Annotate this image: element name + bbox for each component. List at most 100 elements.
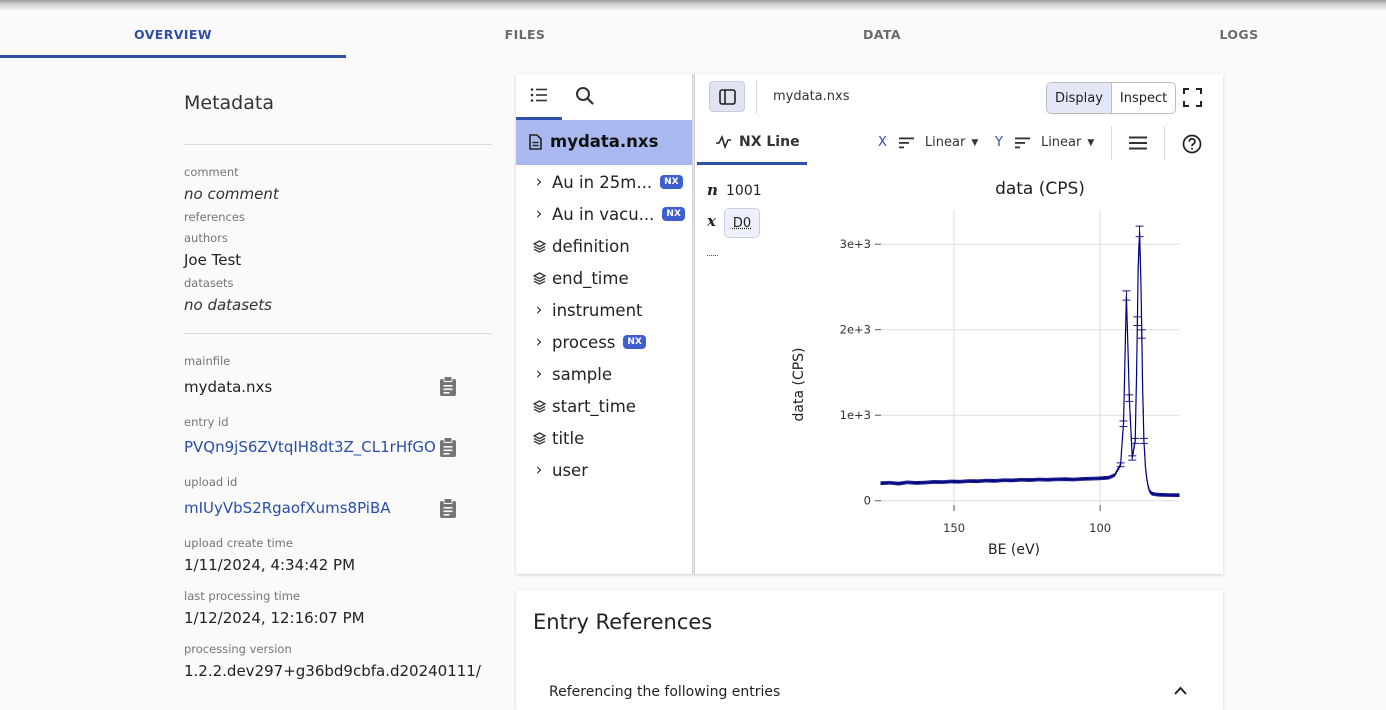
x-tick-label: 100 [1089,521,1111,535]
y-axis-title: data (CPS) [791,347,807,421]
list-view-icon[interactable] [530,87,548,103]
x-scale-selector[interactable]: X Linear ▼ [878,135,978,150]
chevron-right-icon: › [535,460,543,480]
display-inspect-toggle: Display Inspect [1046,82,1177,114]
entry-id-link[interactable]: PVQn9jS6ZVtqIH8dt3Z_CL1rHfGO [184,438,436,456]
nx-badge: NX [660,175,683,189]
tab-overview[interactable]: OVERVIEW [0,27,346,42]
tree-item[interactable]: › process NX [530,330,646,354]
visualization-panel: mydata.nxs Display Inspect NX Line X Lin… [697,74,1223,574]
referencing-entries-label: Referencing the following entries [549,684,781,700]
tree-root-item[interactable]: mydata.nxs [516,120,692,165]
x-tick-label: 150 [943,521,965,535]
search-icon[interactable] [575,86,594,105]
tree-item[interactable]: › user [530,458,588,482]
tree-item-label: Au in vacu... [552,204,655,224]
entry-references-card: Entry References Referencing the followi… [516,590,1223,710]
references-label: references [184,210,245,224]
tree-item-label: instrument [552,300,643,320]
mainfile-label: mainfile [184,354,231,368]
entry-tabs: OVERVIEW FILES DATA LOGS [0,11,1386,58]
separator [756,80,757,114]
tree-item[interactable]: › Au in 25m... NX [530,170,683,194]
line-plot[interactable]: data (CPS) 0 1e+3 2e+3 3e+3 150 100 BE (eV) data… [773,172,1221,572]
slicer-placeholder [707,255,718,256]
tree-item[interactable]: › sample [530,362,612,386]
dataset-layers-icon [530,399,548,413]
tree-item[interactable]: › instrument [530,298,643,322]
tree-item[interactable]: › Au in vacu... NX [530,202,685,226]
sidebar-icon [719,89,736,105]
tree-item[interactable]: title [530,426,584,450]
x-axis-label: X [878,135,887,150]
tree-item[interactable]: definition [530,234,630,258]
comment-label: comment [184,165,239,179]
authors-value: Joe Test [184,251,242,269]
y-tick-label: 1e+3 [840,408,871,422]
dimension-n-value: 1001 [726,183,762,199]
tree-resize-handle[interactable] [692,74,695,574]
tree-item[interactable]: start_time [530,394,636,418]
chevron-up-icon[interactable] [1174,686,1187,695]
tree-item-label: definition [552,236,630,256]
dimension-x-button[interactable]: D0 [724,208,760,238]
x-scale-value: Linear [924,135,966,150]
chevron-right-icon: › [535,332,543,352]
last-processing-time-label: last processing time [184,589,301,603]
nx-badge: NX [623,335,646,349]
y-tick-label: 0 [864,494,871,508]
copy-upload-id-clipboard-icon[interactable] [439,498,457,518]
divider [184,144,492,145]
processing-version-value: 1.2.2.dev297+g36bd9cbfa.d20240111/ [184,662,481,680]
dimension-n-symbol: n [707,181,718,199]
processing-version-label: processing version [184,642,292,656]
upload-create-time-value: 1/11/2024, 4:34:42 PM [184,556,356,574]
help-icon[interactable] [1182,134,1202,154]
last-processing-time-value: 1/12/2024, 12:16:07 PM [184,609,365,627]
current-file-name: mydata.nxs [773,89,850,104]
tree-item-label: Au in 25m... [552,172,653,192]
tree-item-label: process [552,332,616,352]
inspect-button[interactable]: Inspect [1110,83,1175,113]
copy-entry-id-clipboard-icon[interactable] [439,437,457,457]
tree-item-label: end_time [552,268,629,288]
tab-files[interactable]: FILES [352,27,698,42]
dataset-layers-icon [530,431,548,445]
file-tree-panel: mydata.nxs › Au in 25m... NX › Au in vacu...… [516,74,692,574]
tab-logs[interactable]: LOGS [1066,27,1386,42]
y-scale-selector[interactable]: Y Linear ▼ [995,135,1094,150]
menu-icon[interactable] [1129,136,1147,150]
tree-item-label: start_time [552,396,636,416]
mainfile-value: mydata.nxs [184,378,273,396]
upload-id-label: upload id [184,475,238,489]
active-vis-tab-indicator [697,162,807,165]
upload-id-link[interactable]: mIUyVbS2RgaofXums8PiBA [184,499,391,517]
tree-root-label: mydata.nxs [550,132,659,151]
entry-references-title: Entry References [533,610,713,634]
authors-label: authors [184,231,228,245]
fullscreen-icon[interactable] [1183,88,1202,107]
x-axis-title: BE (eV) [988,542,1040,558]
chevron-right-icon: › [535,300,543,320]
datasets-value: no datasets [184,296,272,314]
h5web-viewer-card: mydata.nxs › Au in 25m... NX › Au in vacu...… [516,74,1223,574]
sort-icon [1014,137,1030,148]
upload-create-time-label: upload create time [184,536,293,550]
y-axis-label: Y [995,135,1003,150]
toggle-sidebar-button[interactable] [709,81,745,112]
tree-item[interactable]: end_time [530,266,629,290]
line-chart-icon [716,135,731,149]
separator [1164,126,1165,160]
nx-line-tab[interactable]: NX Line [739,134,800,150]
tab-data[interactable]: DATA [709,27,1055,42]
file-icon [529,134,542,150]
copy-mainfile-clipboard-icon[interactable] [439,376,457,396]
y-tick-label: 3e+3 [840,237,871,251]
chevron-right-icon: › [535,364,543,384]
app-bar-shadow [0,0,1386,11]
chevron-down-icon: ▼ [971,137,979,148]
metadata-title: Metadata [184,92,274,114]
nx-badge: NX [662,207,685,221]
comment-value: no comment [184,185,279,203]
display-button[interactable]: Display [1047,83,1111,113]
